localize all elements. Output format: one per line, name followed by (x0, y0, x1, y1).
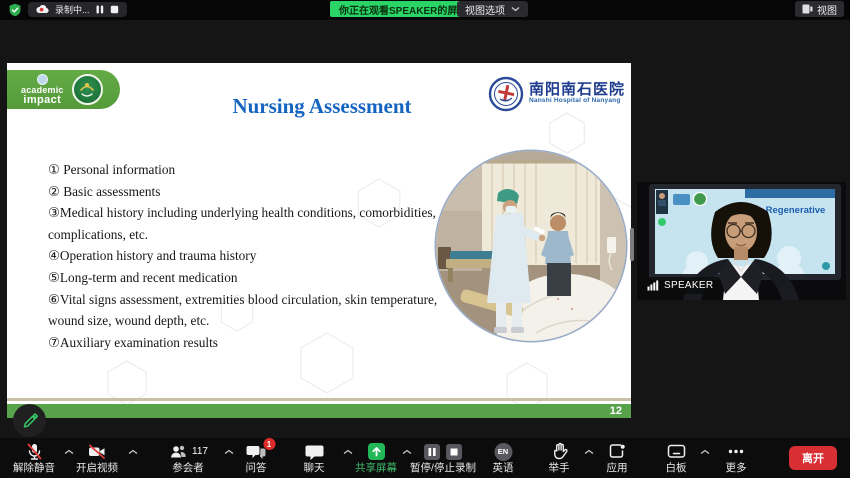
stop-recording-icon[interactable] (110, 5, 119, 14)
raise-hand-button[interactable]: 举手 (549, 442, 570, 474)
hospital-emblem-icon (488, 76, 524, 112)
whiteboard-icon (666, 442, 686, 461)
audio-level-icon (647, 280, 659, 291)
unmute-label: 解除静音 (13, 463, 55, 474)
share-screen-icon (367, 442, 386, 461)
start-video-label: 开启视频 (76, 463, 118, 474)
nurse-patient-photo (436, 151, 626, 341)
shared-screen-slide: academic impact Nursing Assessment (7, 63, 631, 418)
speaker-name-label: SPEAKER (664, 280, 713, 291)
qa-badge: 1 (263, 438, 275, 450)
apps-button[interactable]: 应用 (607, 442, 628, 474)
more-label: 更多 (726, 463, 747, 474)
page-number: 12 (610, 405, 622, 417)
camera-off-icon (87, 442, 107, 461)
chat-label: 聊天 (304, 463, 325, 474)
list-item: ② Basic assessments (48, 181, 452, 203)
participants-label: 参会者 (172, 463, 204, 474)
pause-stop-recording-button[interactable]: 暂停/停止录制 (410, 442, 476, 474)
chat-chevron-icon[interactable] (343, 449, 353, 455)
chevron-down-icon (511, 6, 520, 12)
pencil-icon (21, 412, 38, 429)
speaker-video-tile: with Regenerative (637, 182, 846, 300)
list-item: ① Personal information (48, 159, 452, 181)
bottom-toolbar: 解除静音 开启视频 117 (0, 438, 850, 478)
recording-label: 录制中... (55, 3, 90, 16)
more-icon (727, 442, 746, 461)
share-screen-label: 共享屏幕 (355, 463, 397, 474)
viewing-screen-banner: 你正在观看SPEAKER的屏幕 (330, 1, 476, 17)
qa-button[interactable]: 1 问答 (246, 442, 267, 474)
speaker-name-badge: SPEAKER (642, 277, 720, 294)
recording-indicator: 录制中... (28, 2, 127, 17)
language-en-icon: EN (494, 443, 512, 461)
whiteboard-button[interactable]: 白板 (666, 442, 687, 474)
top-bar: 录制中... 你正在观看SPEAKER的屏幕 视图选项 视图 (0, 0, 850, 20)
hospital-name-cn: 南阳南石医院 (529, 83, 625, 99)
hospital-logo: 南阳南石医院 Nanshi Hospital of Nanyang (488, 76, 625, 112)
more-button[interactable]: 更多 (726, 442, 747, 474)
assessment-list: ① Personal information ② Basic assessmen… (48, 159, 452, 353)
panel-resize-handle[interactable] (630, 228, 634, 261)
whiteboard-label: 白板 (666, 463, 687, 474)
interpretation-label: 英语 (493, 463, 514, 474)
pause-recording-toolbar-icon (423, 443, 441, 461)
unmute-button[interactable]: 解除静音 (13, 442, 55, 474)
list-item: ⑦Auxiliary examination results (48, 332, 452, 354)
pause-recording-icon[interactable] (96, 5, 104, 14)
participants-icon (168, 442, 188, 461)
chat-icon (304, 442, 324, 461)
raise-hand-label: 举手 (549, 463, 570, 474)
un-emblem-icon (37, 74, 48, 85)
participants-count: 117 (192, 446, 208, 457)
start-video-button[interactable]: 开启视频 (76, 442, 118, 474)
video-options-chevron-icon[interactable] (128, 449, 138, 455)
whiteboard-chevron-icon[interactable] (700, 449, 710, 455)
list-item: ⑤Long-term and recent medication (48, 267, 452, 289)
stop-recording-toolbar-icon (445, 443, 463, 461)
hospital-name-en: Nanshi Hospital of Nanyang (529, 98, 625, 105)
list-item: ④Operation history and trauma history (48, 245, 452, 267)
view-options-button[interactable]: 视图选项 (457, 1, 528, 17)
academic-impact-badge-icon (72, 74, 103, 105)
list-item: ⑥Vital signs assessment, extremities blo… (48, 289, 452, 332)
apps-icon (608, 442, 627, 461)
qa-label: 问答 (246, 463, 267, 474)
academic-impact-text: academic impact (21, 74, 64, 106)
qa-icon: 1 (246, 442, 266, 461)
slide-title: Nursing Assessment (157, 94, 487, 119)
annotate-button[interactable] (13, 404, 46, 437)
view-layout-icon (802, 4, 813, 14)
view-button[interactable]: 视图 (795, 1, 844, 17)
view-label: 视图 (817, 2, 837, 17)
zoom-meeting-window: 录制中... 你正在观看SPEAKER的屏幕 视图选项 视图 (0, 0, 850, 478)
view-options-label: 视图选项 (465, 2, 505, 17)
slide-footer-bar: 12 (7, 404, 631, 418)
recording-cloud-icon (36, 1, 49, 19)
participants-chevron-icon[interactable] (224, 449, 234, 455)
chat-button[interactable]: 聊天 (304, 442, 325, 474)
list-item: ③Medical history including underlying he… (48, 202, 452, 245)
raise-hand-icon (551, 442, 567, 461)
academic-impact-logo: academic impact (7, 70, 120, 109)
microphone-muted-icon (25, 442, 44, 461)
record-label: 暂停/停止录制 (410, 463, 476, 474)
leave-button[interactable]: 离开 (789, 446, 837, 470)
slide-divider-line (7, 398, 631, 401)
mute-options-chevron-icon[interactable] (64, 449, 74, 455)
encryption-shield-icon[interactable] (8, 3, 22, 17)
share-screen-button[interactable]: 共享屏幕 (355, 442, 397, 474)
interpretation-button[interactable]: EN 英语 (493, 442, 514, 474)
reactions-chevron-icon[interactable] (584, 449, 594, 455)
participants-button[interactable]: 117 参会者 (168, 442, 208, 474)
apps-label: 应用 (607, 463, 628, 474)
